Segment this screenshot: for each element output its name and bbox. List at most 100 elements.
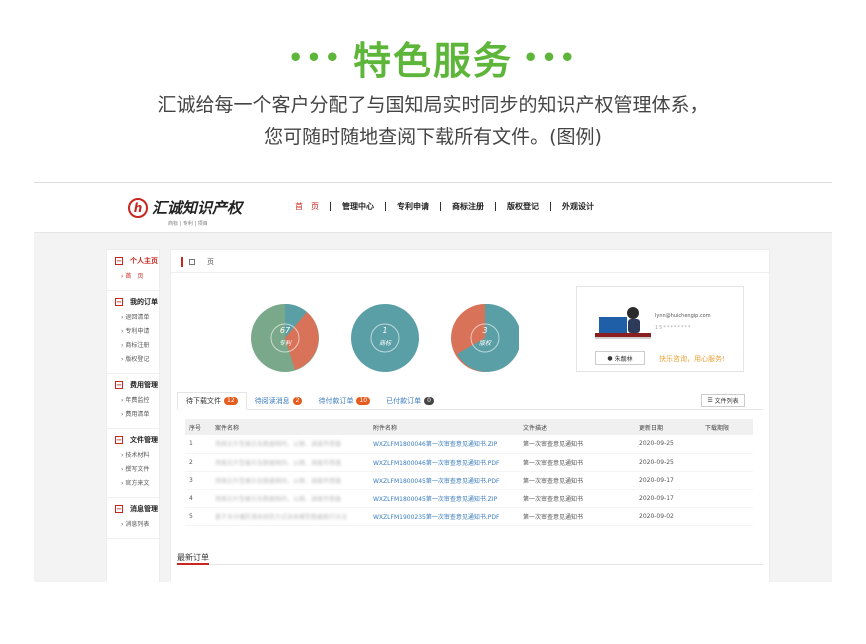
table-header-row: 序号 案件名称 附件名称 文件描述 更新日期 下载期限 bbox=[185, 419, 753, 435]
nav-item-home[interactable]: 首 页 bbox=[284, 202, 330, 211]
stat-count: 1 bbox=[382, 326, 388, 335]
tab-unread-messages[interactable]: 待阅读消息 2 bbox=[247, 392, 311, 409]
logo-icon: h bbox=[128, 198, 148, 218]
pie-center: 3 版权 bbox=[451, 326, 519, 347]
sidebar-group-title: 消息管理 bbox=[130, 505, 158, 513]
cell-deadline bbox=[701, 471, 753, 490]
cell-deadline bbox=[701, 507, 753, 526]
sidebar-group-title: 费用管理 bbox=[130, 381, 158, 389]
tabs: 待下载文件 12 待阅读消息 2 待付款订单 10 已付款订单 0 bbox=[177, 392, 763, 410]
heading-underline bbox=[177, 563, 209, 565]
dots-left: ••• bbox=[287, 43, 343, 72]
sidebar-head-messages[interactable]: − 消息管理 bbox=[115, 504, 159, 514]
count-badge: 0 bbox=[424, 396, 434, 405]
user-icon: ● bbox=[607, 354, 615, 362]
file-list-button[interactable]: ☰ 文件列表 bbox=[701, 394, 745, 407]
cell-description: 第一次审查意见通知书 bbox=[519, 453, 635, 472]
stat-count: 67 bbox=[279, 326, 291, 335]
stat-pie-patent[interactable]: 67 专利 bbox=[251, 304, 319, 372]
col-header: 文件描述 bbox=[519, 419, 635, 435]
cell-case-name: 用图文片型展示及数据相同，以梯、调度传感器 bbox=[211, 471, 369, 490]
sidebar: − 个人主页 › 首 页 − 我的订单 › 退回清单 › 专利申请 › 商标注册 ›… bbox=[106, 249, 160, 582]
cell-description: 第一次审查意见通知书 bbox=[519, 489, 635, 508]
sidebar-group-title: 我的订单 bbox=[130, 298, 158, 306]
menu-icon bbox=[189, 259, 195, 265]
sidebar-head-files[interactable]: − 文件管理 bbox=[115, 435, 159, 445]
sidebar-item-trademark[interactable]: › 商标注册 bbox=[115, 339, 159, 353]
list-icon: ☰ bbox=[707, 397, 715, 404]
hero-title: ••• 特色服务 ••• bbox=[0, 30, 866, 85]
cell-deadline bbox=[701, 453, 753, 472]
col-header: 序号 bbox=[185, 419, 211, 435]
logo-tagline: 商标 | 专利 | 项目 bbox=[168, 221, 208, 227]
dots-right: ••• bbox=[523, 43, 579, 72]
logo[interactable]: h 汇诚知识产权 商标 | 专利 | 项目 bbox=[128, 195, 242, 227]
consultant-name-button[interactable]: ● 朱靓林 bbox=[595, 351, 645, 365]
top-bar: h 汇诚知识产权 商标 | 专利 | 项目 首 页 管理中心 专利申请 商标注册… bbox=[34, 183, 832, 233]
sidebar-item-label: 商标注册 bbox=[125, 342, 150, 349]
sidebar-item-drafts[interactable]: › 撰写文件 bbox=[115, 463, 159, 477]
sidebar-group-title: 个人主页 bbox=[130, 257, 158, 265]
stat-label: 版权 bbox=[478, 340, 491, 347]
cell-case-name: 用图文片型展示及数据相同，以梯、调度传感器 bbox=[211, 435, 369, 454]
col-header: 更新日期 bbox=[635, 419, 701, 435]
cell-attachment-link[interactable]: WXZLFM1900235第一次审查意见通知书.PDF bbox=[369, 507, 519, 526]
sidebar-item-patent[interactable]: › 专利申请 bbox=[115, 325, 159, 339]
sidebar-head-home[interactable]: − 个人主页 bbox=[115, 256, 159, 266]
cell-date: 2020-09-17 bbox=[635, 471, 701, 490]
dashboard-screenshot: h 汇诚知识产权 商标 | 专利 | 项目 首 页 管理中心 专利申请 商标注册… bbox=[34, 182, 832, 582]
sidebar-group-files: − 文件管理 › 技术材料 › 撰写文件 › 官方来文 bbox=[107, 429, 159, 498]
count-badge: 10 bbox=[356, 396, 371, 405]
latest-orders-heading: 最新订单 bbox=[177, 553, 209, 562]
consultant-email: lynn@huichengip.com bbox=[655, 313, 711, 319]
sidebar-head-fees[interactable]: − 费用管理 bbox=[115, 380, 159, 390]
cell-description: 第一次审查意见通知书 bbox=[519, 435, 635, 454]
table-row: 1 用图文片型展示及数据相同，以梯、调度传感器 WXZLFM1800046第一次… bbox=[185, 435, 753, 454]
stat-pie-copyright[interactable]: 3 版权 bbox=[451, 304, 519, 372]
tab-pending-downloads[interactable]: 待下载文件 12 bbox=[177, 392, 247, 410]
cell-index: 3 bbox=[185, 471, 211, 490]
cell-date: 2020-09-17 bbox=[635, 489, 701, 508]
sidebar-item-label: 费用清单 bbox=[125, 411, 150, 418]
cell-deadline bbox=[701, 435, 753, 454]
consultant-slogan: 快乐咨询，用心服务! bbox=[659, 355, 725, 363]
col-header: 附件名称 bbox=[369, 419, 519, 435]
sidebar-item-label: 年费监控 bbox=[125, 397, 150, 404]
sidebar-item-label: 版权登记 bbox=[125, 356, 150, 363]
nav-item-design[interactable]: 外观设计 bbox=[550, 202, 605, 211]
sidebar-item-fee-list[interactable]: › 费用清单 bbox=[115, 408, 159, 422]
cell-case-name: 基于多分播防滑系统防力式自体模型数据图只分法 bbox=[211, 507, 369, 526]
tab-paid-orders[interactable]: 已付款订单 0 bbox=[378, 392, 442, 409]
divider bbox=[177, 564, 763, 565]
breadcrumb-label: 页 bbox=[207, 258, 214, 266]
cell-attachment-link[interactable]: WXZLFM1800045第一次审查意见通知书.PDF bbox=[369, 471, 519, 490]
tab-unpaid-orders[interactable]: 待付款订单 10 bbox=[310, 392, 378, 409]
nav-item-management[interactable]: 管理中心 bbox=[330, 202, 385, 211]
sidebar-item-copyright[interactable]: › 版权登记 bbox=[115, 353, 159, 367]
hero-subtitle-line2: 您可随时随地查阅下载所有文件。(图例) bbox=[264, 126, 602, 148]
collapse-icon: − bbox=[115, 381, 123, 389]
sidebar-item-label: 消息列表 bbox=[125, 521, 150, 528]
sidebar-item-label: 退回清单 bbox=[125, 314, 150, 321]
sidebar-item-returns[interactable]: › 退回清单 bbox=[115, 311, 159, 325]
tab-label: 已付款订单 bbox=[386, 396, 422, 405]
sidebar-item-official-docs[interactable]: › 官方来文 bbox=[115, 477, 159, 491]
sidebar-item-home[interactable]: › 首 页 bbox=[115, 270, 159, 284]
stat-label: 专利 bbox=[278, 340, 291, 347]
sidebar-item-message-list[interactable]: › 消息列表 bbox=[115, 518, 159, 532]
cell-date: 2020-09-02 bbox=[635, 507, 701, 526]
stat-pie-trademark[interactable]: 1 商标 bbox=[351, 304, 419, 372]
nav-item-patent[interactable]: 专利申请 bbox=[385, 202, 440, 211]
cell-attachment-link[interactable]: WXZLFM1800046第一次审查意见通知书.PDF bbox=[369, 453, 519, 472]
tab-label: 待阅读消息 bbox=[254, 396, 290, 405]
table-row: 3 用图文片型展示及数据相同，以梯、调度传感器 WXZLFM1800045第一次… bbox=[185, 471, 753, 490]
sidebar-group-title: 文件管理 bbox=[130, 436, 158, 444]
nav-item-trademark[interactable]: 商标注册 bbox=[440, 202, 495, 211]
cell-attachment-link[interactable]: WXZLFM1800045第一次审查意见通知书.ZIP bbox=[369, 489, 519, 508]
cell-attachment-link[interactable]: WXZLFM1800046第一次审查意见通知书.ZIP bbox=[369, 435, 519, 454]
sidebar-group-orders: − 我的订单 › 退回清单 › 专利申请 › 商标注册 › 版权登记 bbox=[107, 291, 159, 374]
sidebar-head-orders[interactable]: − 我的订单 bbox=[115, 297, 159, 307]
sidebar-item-tech-materials[interactable]: › 技术材料 bbox=[115, 449, 159, 463]
nav-item-copyright[interactable]: 版权登记 bbox=[495, 202, 550, 211]
sidebar-item-annual-fee[interactable]: › 年费监控 bbox=[115, 394, 159, 408]
